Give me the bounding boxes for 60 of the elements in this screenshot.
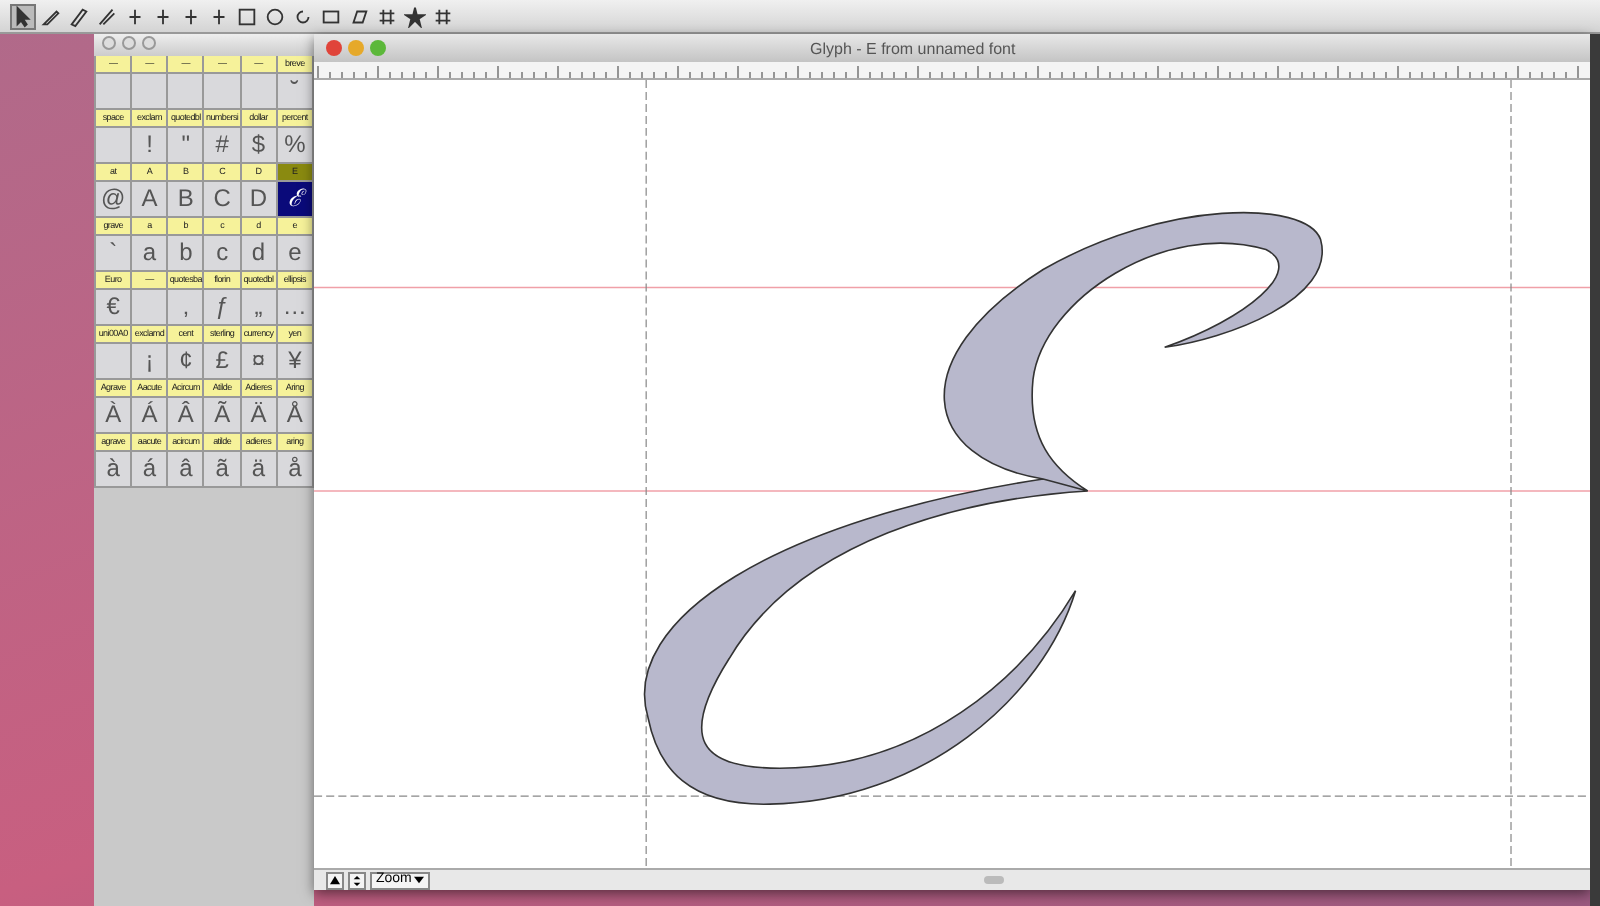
- glyph-cell[interactable]: ‚: [168, 290, 205, 326]
- glyph-cell[interactable]: a: [132, 236, 169, 272]
- glyph-cell[interactable]: `: [96, 236, 133, 272]
- glyph-cell[interactable]: €: [96, 290, 133, 326]
- glyph-cell[interactable]: À: [96, 398, 133, 434]
- glyph-cell[interactable]: ¤: [241, 344, 278, 380]
- glyph-cell[interactable]: ã: [204, 452, 242, 488]
- scroll-thumb[interactable]: [983, 876, 1004, 884]
- glyph-cell[interactable]: Å: [277, 398, 314, 434]
- glyph-cell[interactable]: ¢: [168, 344, 205, 380]
- glyph-cell[interactable]: [96, 74, 133, 110]
- glyph-cell[interactable]: A: [132, 182, 169, 218]
- glyph-cell[interactable]: B: [168, 182, 205, 218]
- glyph-cell[interactable]: ¥: [277, 344, 314, 380]
- glyph-cell[interactable]: …: [277, 290, 314, 326]
- glyph-cell[interactable]: !: [132, 128, 169, 164]
- close-button[interactable]: [326, 40, 342, 56]
- glyph-cell[interactable]: [204, 74, 242, 110]
- glyph-cell[interactable]: C: [204, 182, 242, 218]
- glyph-cell[interactable]: [96, 128, 133, 164]
- circle-icon[interactable]: [262, 3, 288, 29]
- pointer-icon[interactable]: [10, 3, 36, 29]
- glyph-cell[interactable]: „: [241, 290, 278, 326]
- glyph-cell[interactable]: £: [204, 344, 242, 380]
- glyph-cell[interactable]: #: [204, 128, 242, 164]
- glyph-cell[interactable]: [132, 74, 169, 110]
- glyph-cell[interactable]: Ä: [241, 398, 278, 434]
- pencil-icon[interactable]: [94, 3, 120, 29]
- glyph-cell[interactable]: @: [96, 182, 133, 218]
- glyph-cell[interactable]: ℰ: [277, 182, 314, 218]
- glyph-cell[interactable]: Â: [168, 398, 205, 434]
- glyph-cell[interactable]: [168, 74, 205, 110]
- glyph-cell[interactable]: á: [132, 452, 169, 488]
- rectangle-icon[interactable]: [234, 3, 260, 29]
- stepper-button[interactable]: [348, 871, 366, 889]
- glyph-cell[interactable]: c: [204, 236, 242, 272]
- glyph-cell[interactable]: ƒ: [204, 290, 242, 326]
- glyph-cell[interactable]: D: [241, 182, 278, 218]
- window-title: Glyph - E from unnamed font: [810, 39, 1016, 57]
- glyph-cell[interactable]: å: [277, 452, 314, 488]
- pen-icon[interactable]: [66, 3, 92, 29]
- lock-button[interactable]: [326, 871, 344, 889]
- glyph-cell[interactable]: [96, 344, 133, 380]
- star-icon[interactable]: [402, 3, 428, 29]
- glyph-cell[interactable]: d: [241, 236, 278, 272]
- glyph-cell[interactable]: ": [168, 128, 205, 164]
- glyph-cell[interactable]: [132, 290, 169, 326]
- glyph-cell[interactable]: ˘: [277, 74, 314, 110]
- glyph-cell[interactable]: Ã: [204, 398, 242, 434]
- glyph-cell[interactable]: e: [277, 236, 314, 272]
- glyph-cell[interactable]: â: [168, 452, 205, 488]
- glyph-cell[interactable]: $: [241, 128, 278, 164]
- glyph-cell[interactable]: b: [168, 236, 205, 272]
- glyph-cell[interactable]: ä: [241, 452, 278, 488]
- glyph-cell[interactable]: Á: [132, 398, 169, 434]
- glyph-cell[interactable]: [241, 74, 278, 110]
- caret-icon: [413, 876, 424, 884]
- glyph-cell[interactable]: %: [277, 128, 314, 164]
- glyph-cell[interactable]: ¡: [132, 344, 169, 380]
- glyph-cell[interactable]: à: [96, 452, 133, 488]
